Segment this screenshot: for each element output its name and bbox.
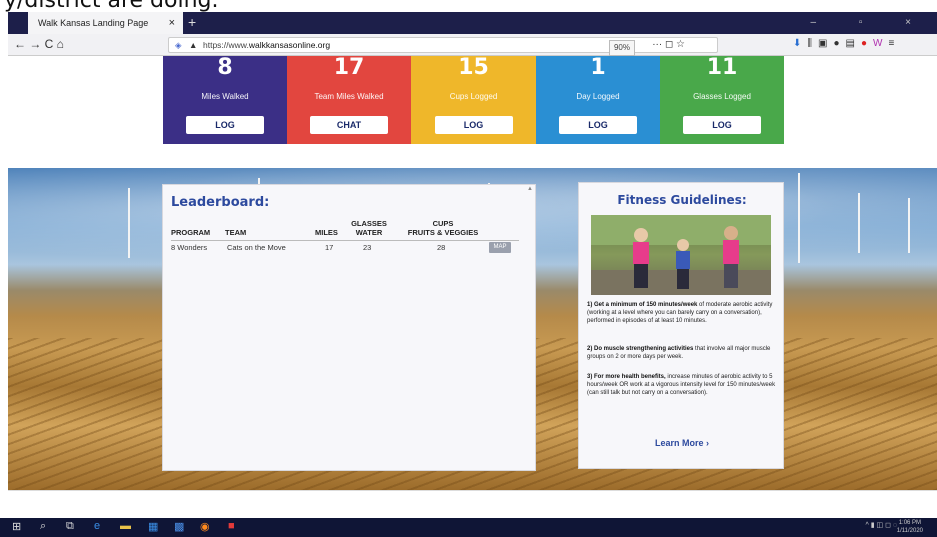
windows-taskbar: ⊞ ⌕ ⧉ e ▬ ▦ ▩ ◉ ■ ^ ▮ ◫ ◻ ◌ 1:06 PM 1/11… [0,518,937,537]
start-icon[interactable]: ⊞ [12,520,21,533]
guideline-3: 3) For more health benefits, increase mi… [587,374,776,396]
fitness-title: Fitness Guidelines: [617,193,747,207]
log-cups-button[interactable]: LOG [434,116,513,134]
pinterest-icon: ● [860,38,873,49]
tab-title: Walk Kansas Landing Page [38,18,149,28]
scroll-up-icon[interactable]: ▲ [527,186,533,192]
col-header-glasses-line2: WATER [355,228,383,237]
search-icon[interactable]: ⌕ [40,520,46,533]
clock-date: 1/11/2020 [896,528,923,534]
col-header-cups: CUPS FRUITS & VEGGIES [403,219,483,237]
stat-value: 11 [706,56,738,80]
sidebar-icon: ▣ [818,38,834,49]
url-domain: walkkansasonline.org [248,40,331,50]
shield-icon: ◈ [175,40,182,50]
stat-value: 8 [217,56,233,80]
stat-value: 1 [590,56,606,80]
stat-value: 17 [333,56,365,80]
lock-icon: ▲ [189,40,198,50]
stat-card-cups: 15 Cups Logged LOG [411,56,536,144]
browser-tab-bar: Walk Kansas Landing Page × + – ▫ × [8,12,937,34]
col-header-miles: MILES [315,228,338,237]
stat-value: 15 [458,56,489,80]
wind-turbine [908,198,910,253]
store-icon[interactable]: ▦ [148,520,158,533]
leaderboard-panel: ▲ Leaderboard: PROGRAM TEAM MILES GLASSE… [162,184,536,471]
stat-label: Glasses Logged [693,92,751,101]
account-icon: ● [833,38,846,49]
browser-tab[interactable]: Walk Kansas Landing Page × [28,12,183,34]
stat-label: Day Logged [576,92,620,101]
log-day-button[interactable]: LOG [559,116,637,134]
browser-nav-bar: ← → C ⌂ ◈ ▲ https://www.walkkansasonline… [8,34,937,56]
clock[interactable]: 1:06 PM 1/11/2020 [897,519,923,535]
stat-card-days: 1 Day Logged LOG [536,56,660,144]
walkers-photo [591,215,771,295]
stat-card-glasses: 11 Glasses Logged LOG [660,56,784,144]
wind-turbine [798,173,800,263]
guideline-1: 1) Get a minimum of 150 minutes/week of … [587,302,773,324]
learn-more-link[interactable]: Learn More › [579,438,785,448]
map-button[interactable]: MAP [489,242,511,253]
stat-label: Miles Walked [201,92,249,101]
download-icon: ⬇ [793,38,808,49]
log-miles-button[interactable]: LOG [186,116,264,134]
wind-turbine [858,193,860,253]
url-prefix: https://www. [203,40,249,50]
col-header-glasses-line1: GLASSES [351,219,387,228]
guideline-2: 2) Do muscle strengthening activities th… [587,346,771,360]
col-header-cups-line1: CUPS [432,219,454,228]
task-view-icon[interactable]: ⧉ [66,520,74,533]
col-header-team: TEAM [225,228,247,237]
stat-label: Team Miles Walked [314,92,384,101]
cell-miles: 17 [325,243,334,252]
address-bar[interactable]: ◈ ▲ https://www.walkkansasonline.org 90%… [168,37,718,56]
firefox-icon[interactable]: ◉ [200,520,210,533]
page-caption: y/district are doing. [4,0,219,13]
clock-time: 1:06 PM [898,520,922,526]
acrobat-icon[interactable]: ■ [228,520,235,532]
new-tab-button[interactable]: + [188,12,196,32]
menu-icon: ≡ [888,38,901,49]
page-viewport: 8 Miles Walked LOG 17 Team Miles Walked … [8,56,937,518]
edge-icon[interactable]: e [94,520,100,532]
col-header-glasses: GLASSES WATER [349,219,389,237]
fitness-guidelines-panel: Fitness Guidelines: 1) Get a minimum of … [578,182,784,469]
extension-icon: ▤ [845,38,861,49]
file-explorer-icon[interactable]: ▬ [120,520,131,532]
chat-button[interactable]: CHAT [310,116,388,134]
outlook-icon[interactable]: ▩ [174,520,184,533]
log-glasses-button[interactable]: LOG [683,116,761,134]
col-header-cups-line2: FRUITS & VEGGIES [407,228,479,237]
page-footer [8,490,937,518]
page-actions-menu[interactable]: ··· ◻ ☆ [652,38,685,52]
cell-program: 8 Wonders [171,243,208,252]
library-icon: ⫼ [807,38,818,49]
stat-card-team-miles: 17 Team Miles Walked CHAT [287,56,411,144]
cell-cups: 28 [437,243,446,252]
zoom-level[interactable]: 90% [608,40,635,56]
leaderboard-title: Leaderboard: [171,195,270,210]
stat-label: Cups Logged [449,92,498,101]
cell-team: Cats on the Move [227,243,286,252]
close-tab-icon[interactable]: × [169,12,175,34]
window-controls[interactable]: – ▫ × [810,12,931,34]
cell-water: 23 [363,243,372,252]
w-extension-icon: W [873,38,889,49]
col-header-program: PROGRAM [171,228,211,237]
nav-buttons[interactable]: ← → C ⌂ [14,37,64,51]
system-tray-icons[interactable]: ^ ▮ ◫ ◻ ◌ [866,521,898,529]
stat-card-miles: 8 Miles Walked LOG [163,56,287,144]
wind-turbine [128,188,130,258]
toolbar-extension-icons[interactable]: ⬇⫼▣●▤●W≡ [793,38,900,49]
